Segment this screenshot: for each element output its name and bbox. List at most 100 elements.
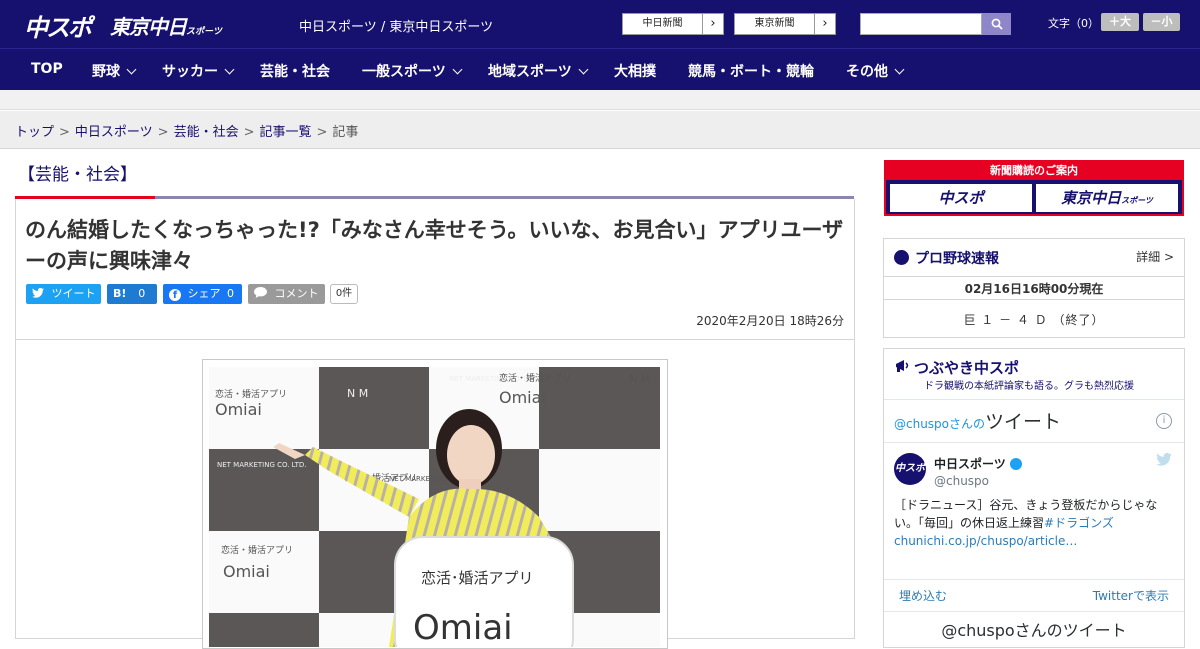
nav-item-baseball[interactable]: 野球 bbox=[92, 61, 137, 81]
subscription-tokyo-logo-text: 東京中日 bbox=[1061, 189, 1122, 207]
hatena-bookmark-button[interactable]: B! 0 bbox=[107, 284, 157, 304]
article-divider bbox=[16, 339, 854, 340]
tokyo-shimbun-label: 東京新聞 bbox=[735, 14, 815, 34]
breadcrumb-separator: > bbox=[157, 125, 169, 140]
tweet-author-name[interactable]: 中日スポーツ bbox=[934, 455, 1022, 472]
tweet-body: ［ドラニュース］谷元、きょう登板だからじゃない。「毎回」の休日返上練習 bbox=[894, 498, 1158, 530]
comment-button[interactable]: コメント bbox=[248, 284, 325, 304]
tokyo-shimbun-button[interactable]: 東京新聞 › bbox=[734, 13, 836, 35]
subscription-banner[interactable]: 新聞購読のご案内 中スポ 東京中日スポーツ bbox=[884, 160, 1184, 216]
breadcrumb-entertainment[interactable]: 芸能・社会 bbox=[174, 125, 239, 140]
facebook-share-count: 0 bbox=[227, 287, 234, 300]
nav-item-regional-sports[interactable]: 地域スポーツ bbox=[488, 61, 589, 81]
divider bbox=[884, 276, 1184, 277]
twitter-bird-icon[interactable] bbox=[1156, 453, 1172, 466]
facebook-share-button[interactable]: f シェア 0 bbox=[163, 284, 242, 304]
tweet-button[interactable]: ツイート bbox=[26, 284, 101, 304]
breadcrumb: トップ > 中日スポーツ > 芸能・社会 > 記事一覧 > 記事 bbox=[0, 111, 1200, 149]
article-category[interactable]: 【芸能・社会】 bbox=[18, 160, 137, 185]
chunichi-shimbun-button[interactable]: 中日新聞 › bbox=[622, 13, 724, 35]
backdrop-monogram-text: N M bbox=[347, 387, 368, 400]
chevron-down-icon bbox=[452, 64, 463, 75]
nav-item-label: 芸能・社会 bbox=[260, 64, 330, 80]
divider bbox=[884, 579, 1184, 580]
tweet-label: ツイート bbox=[51, 287, 96, 300]
comment-label: コメント bbox=[274, 287, 319, 300]
nav-item-sumo[interactable]: 大相撲 bbox=[614, 61, 656, 81]
font-size-label: 文字（0） bbox=[1048, 17, 1099, 30]
breadcrumb-separator: > bbox=[59, 125, 70, 140]
twitter-widget-title: つぶやき中スポ bbox=[914, 359, 1020, 377]
megaphone-icon bbox=[896, 360, 909, 372]
verified-icon bbox=[1009, 458, 1022, 470]
nav-item-label: 競馬・ボート・競輪 bbox=[688, 64, 814, 80]
tweet-hashtag-link[interactable]: #ドラゴンズ bbox=[1044, 516, 1114, 530]
category-underline bbox=[155, 196, 854, 199]
chuspo-logo[interactable]: 中スポ bbox=[24, 8, 92, 43]
tweet-author-handle[interactable]: @chuspo bbox=[934, 474, 989, 488]
nav-item-label: TOP bbox=[31, 61, 63, 77]
backdrop-company-text: NET MARKETING CO. LTD. bbox=[217, 461, 306, 469]
article-date: 2020年2月20日 18時26分 bbox=[696, 314, 844, 328]
timeline-footer[interactable]: @chuspoさんのツイート bbox=[884, 617, 1184, 641]
pro-baseball-detail-link[interactable]: 詳細 > bbox=[1136, 248, 1174, 265]
twitter-widget: つぶやき中スポ ドラ観戦の本紙評論家も語る。グラも熱烈応援 @chuspoさんの… bbox=[883, 348, 1185, 648]
subscription-tokyo-logo-small: スポーツ bbox=[1121, 196, 1153, 205]
breadcrumb-current: 記事 bbox=[332, 125, 359, 140]
font-size-up-button[interactable]: ＋大 bbox=[1101, 13, 1139, 31]
view-on-twitter-link[interactable]: Twitterで表示 bbox=[1093, 587, 1169, 604]
tweet-author-name-text: 中日スポーツ bbox=[934, 457, 1006, 471]
nav-item-label: 大相撲 bbox=[614, 64, 656, 80]
speech-bubble-icon bbox=[254, 287, 267, 298]
breadcrumb-article-list[interactable]: 記事一覧 bbox=[260, 125, 312, 140]
divider bbox=[884, 611, 1184, 612]
nav-item-racing[interactable]: 競馬・ボート・競輪 bbox=[688, 61, 814, 81]
nav-item-general-sports[interactable]: 一般スポーツ bbox=[362, 61, 463, 81]
timeline-header[interactable]: @chuspoさんのツイート bbox=[894, 407, 1061, 434]
nav-item-label: 一般スポーツ bbox=[362, 64, 446, 80]
nav-item-label: サッカー bbox=[162, 64, 218, 80]
breadcrumb-chuspo[interactable]: 中日スポーツ bbox=[75, 125, 153, 140]
timeline-header-title: ツイート bbox=[985, 411, 1062, 433]
pro-baseball-score[interactable]: 巨 １ － ４ Ｄ （終了） bbox=[884, 311, 1184, 328]
nav-item-top[interactable]: TOP bbox=[31, 61, 63, 77]
hatena-icon: B! bbox=[113, 287, 127, 300]
chevron-right-icon: › bbox=[822, 16, 828, 31]
breadcrumb-top[interactable]: トップ bbox=[15, 125, 54, 140]
tokyo-chunichi-logo[interactable]: 東京中日スポーツ bbox=[110, 11, 222, 40]
info-icon[interactable]: i bbox=[1156, 413, 1172, 429]
embed-link[interactable]: 埋め込む bbox=[899, 587, 947, 604]
nav-item-label: 地域スポーツ bbox=[488, 64, 572, 80]
nav-item-other[interactable]: その他 bbox=[846, 61, 905, 81]
main-nav: TOP 野球 サッカー 芸能・社会 一般スポーツ 地域スポーツ 大相撲 競馬・ボ… bbox=[0, 48, 1200, 90]
search-icon bbox=[991, 18, 1003, 30]
nav-item-entertainment[interactable]: 芸能・社会 bbox=[260, 61, 330, 81]
twitter-widget-subtitle: ドラ観戦の本紙評論家も語る。グラも熱烈応援 bbox=[924, 381, 1134, 392]
nav-item-soccer[interactable]: サッカー bbox=[162, 61, 235, 81]
nav-item-label: 野球 bbox=[92, 64, 120, 80]
hatena-count: 0 bbox=[138, 287, 146, 300]
search-button[interactable] bbox=[982, 13, 1011, 35]
sign-board-brand: Omiai bbox=[413, 608, 513, 647]
site-links[interactable]: 中日スポーツ / 東京中日スポーツ bbox=[299, 16, 493, 35]
divider bbox=[884, 442, 1184, 443]
avatar[interactable]: 中スポ bbox=[894, 453, 926, 485]
facebook-share-label: シェア bbox=[187, 287, 221, 300]
tweet-url-link[interactable]: chunichi.co.jp/chuspo/article… bbox=[894, 534, 1077, 548]
twitter-bird-icon bbox=[32, 287, 44, 298]
tweet-text: ［ドラニュース］谷元、きょう登板だからじゃない。「毎回」の休日返上練習#ドラゴン… bbox=[894, 496, 1174, 550]
backdrop-app-text: 恋活・婚活アプリ bbox=[499, 372, 571, 384]
press-event-photo: 恋活・婚活アプリ Omiai NET MARKETING CO. LTD. NE… bbox=[209, 367, 660, 647]
article-photo[interactable]: 恋活・婚活アプリ Omiai NET MARKETING CO. LTD. NE… bbox=[209, 367, 660, 647]
subscription-tokyo-logo: 東京中日スポーツ bbox=[1036, 184, 1178, 212]
backdrop-app-text: 恋活・婚活アプリ bbox=[221, 544, 293, 556]
comment-count: 0件 bbox=[330, 284, 358, 304]
pro-baseball-timestamp: 02月16日16時00分現在 bbox=[964, 282, 1104, 296]
header-gap bbox=[0, 90, 1200, 110]
backdrop-brand-text: Omiai bbox=[215, 400, 262, 419]
facebook-icon: f bbox=[169, 289, 181, 301]
tokyo-chunichi-logo-small: スポーツ bbox=[186, 27, 222, 37]
search-input[interactable] bbox=[860, 13, 982, 35]
font-size-down-button[interactable]: －小 bbox=[1143, 13, 1180, 31]
chunichi-shimbun-label: 中日新聞 bbox=[623, 14, 703, 34]
